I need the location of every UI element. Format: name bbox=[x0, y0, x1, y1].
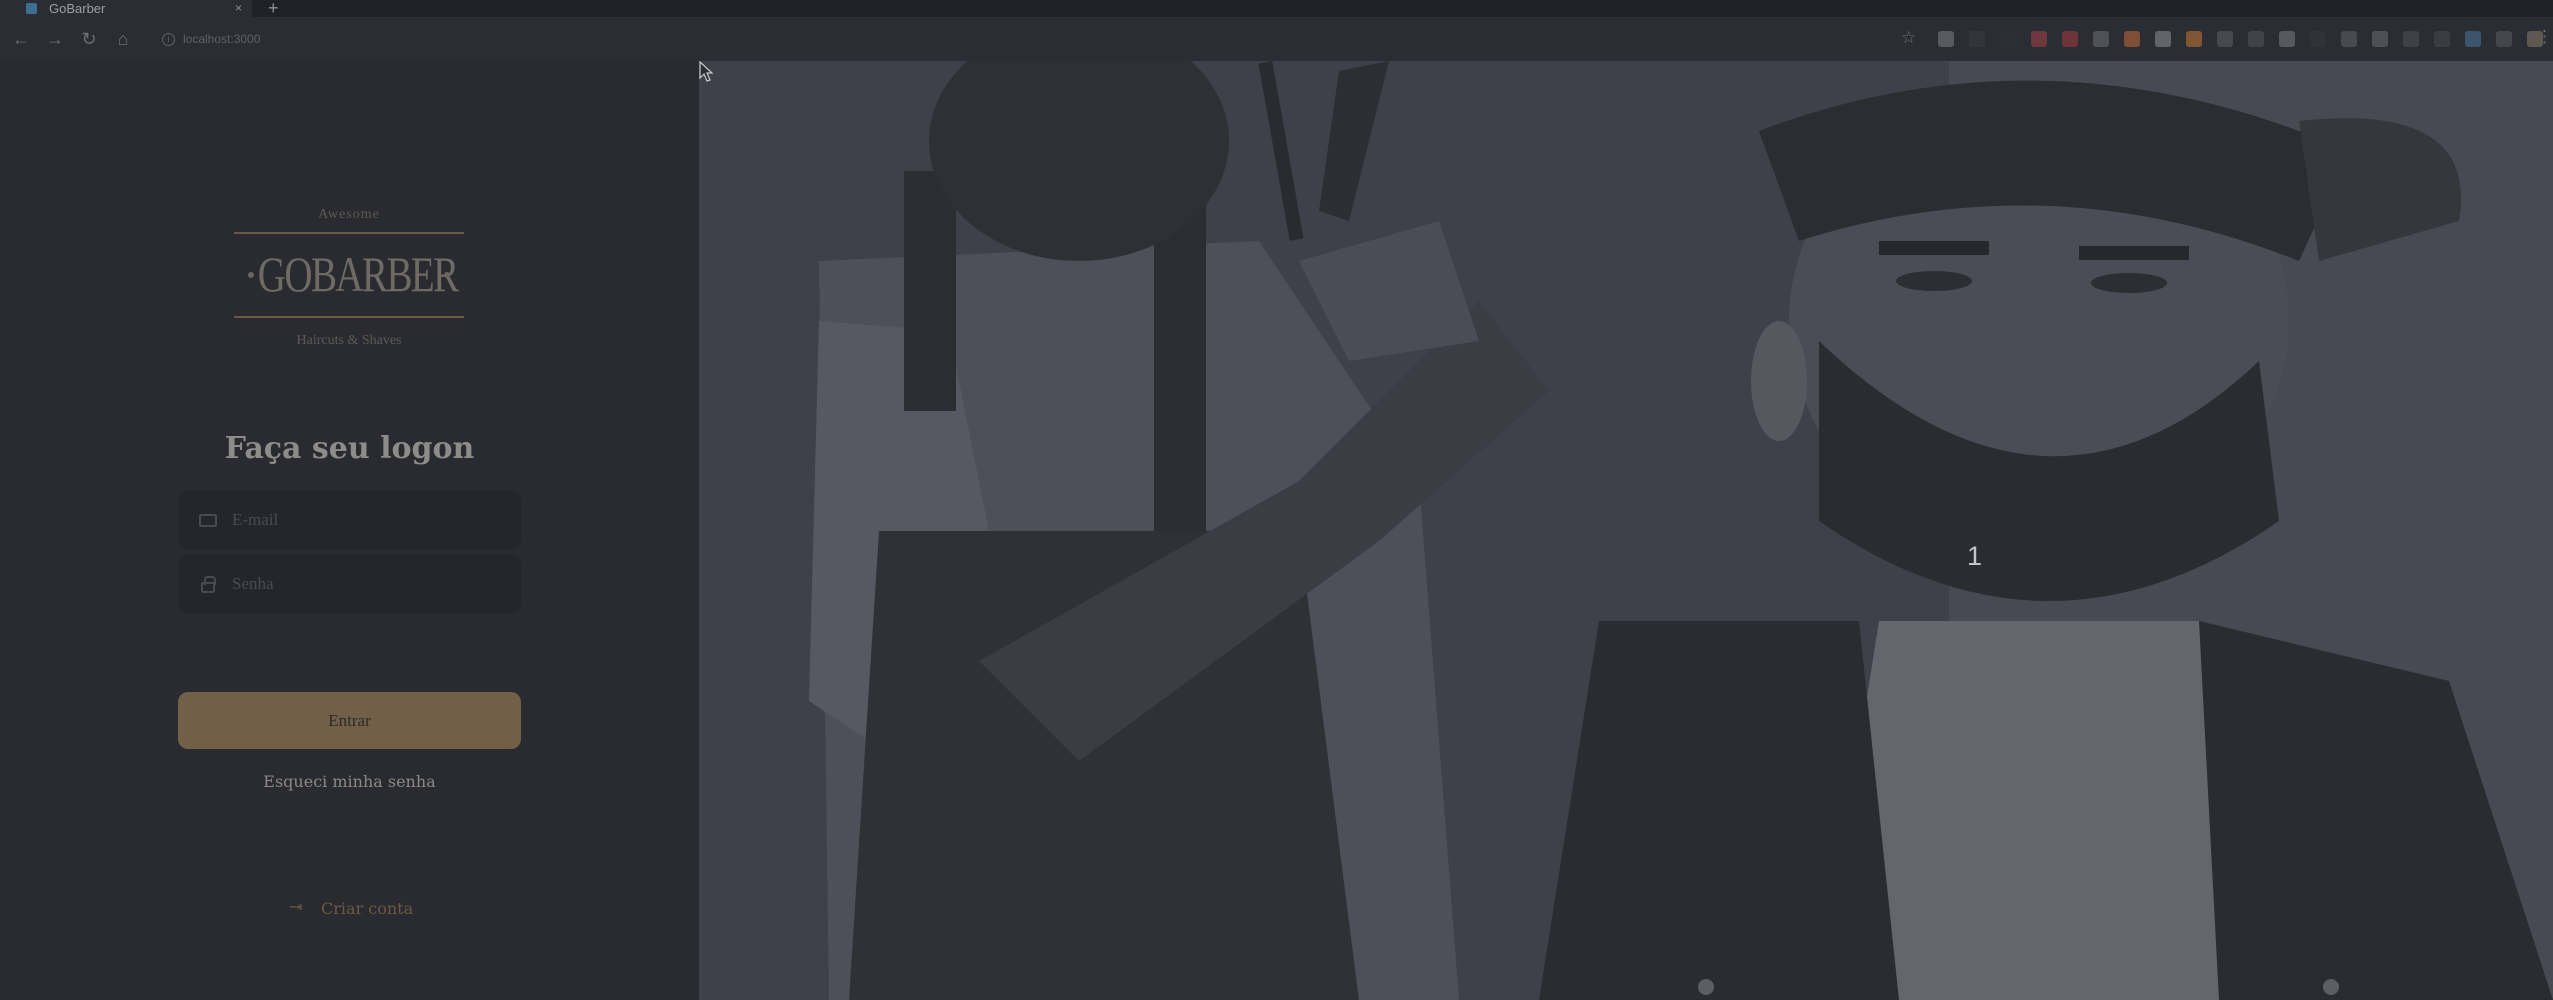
email-input[interactable] bbox=[232, 510, 482, 530]
logo-main-text: GOBARBER bbox=[257, 246, 459, 302]
address-bar[interactable]: i localhost:3000 bbox=[162, 32, 260, 46]
step-number: 1 bbox=[1967, 541, 1983, 571]
lock-icon bbox=[201, 575, 216, 593]
extension-icon[interactable] bbox=[1938, 31, 1954, 47]
github-icon[interactable] bbox=[2155, 31, 2171, 47]
password-input[interactable] bbox=[232, 574, 482, 594]
forgot-password-link[interactable]: Esqueci minha senha bbox=[178, 772, 521, 791]
back-icon[interactable]: ← bbox=[4, 29, 38, 50]
forward-icon[interactable]: → bbox=[38, 29, 72, 50]
new-tab-button[interactable]: + bbox=[252, 0, 279, 17]
tab-title: GoBarber bbox=[49, 1, 106, 16]
page-title: Faça seu logon bbox=[224, 431, 475, 466]
login-icon: ⇥ bbox=[289, 897, 303, 916]
extension-icon[interactable] bbox=[2279, 31, 2295, 47]
star-icon[interactable]: ☆ bbox=[1901, 28, 1916, 48]
login-panel: Awesome GOBARBER Haircuts & Shaves Faça … bbox=[0, 61, 699, 1000]
extensions-bar bbox=[1938, 31, 2543, 47]
hero-image: 1 bbox=[699, 61, 2553, 1000]
extension-icon[interactable] bbox=[2310, 31, 2326, 47]
favicon-icon bbox=[26, 3, 37, 14]
cursor-icon bbox=[699, 61, 714, 82]
extension-icon[interactable] bbox=[2000, 31, 2016, 47]
create-account-label: Criar conta bbox=[321, 898, 414, 918]
extension-icon[interactable] bbox=[2465, 31, 2481, 47]
tab-close-icon[interactable]: × bbox=[235, 1, 242, 15]
extension-icon[interactable] bbox=[2124, 31, 2140, 47]
browser-tab[interactable]: GoBarber × bbox=[0, 0, 252, 17]
url-text: localhost:3000 bbox=[183, 32, 261, 46]
extension-icon[interactable] bbox=[2062, 31, 2078, 47]
info-icon[interactable]: i bbox=[162, 32, 175, 46]
reload-icon[interactable]: ↻ bbox=[72, 29, 106, 50]
home-icon[interactable]: ⌂ bbox=[106, 29, 140, 50]
logo-bottom-text: Haircuts & Shaves bbox=[296, 333, 402, 348]
browser-menu-icon[interactable]: ⋮ bbox=[2536, 27, 2553, 47]
extension-icon[interactable] bbox=[2496, 31, 2512, 47]
browser-tabbar: GoBarber × + bbox=[0, 0, 2553, 17]
logo-dot bbox=[248, 272, 254, 278]
extension-icon[interactable] bbox=[2248, 31, 2264, 47]
extension-icon[interactable] bbox=[2186, 31, 2202, 47]
extension-icon[interactable] bbox=[2217, 31, 2233, 47]
gobarber-logo: Awesome GOBARBER Haircuts & Shaves bbox=[232, 207, 466, 355]
logo-dot bbox=[444, 272, 450, 278]
extension-icon[interactable] bbox=[2403, 31, 2419, 47]
extension-icon[interactable] bbox=[2434, 31, 2450, 47]
extension-icon[interactable] bbox=[2341, 31, 2357, 47]
logo-divider bbox=[234, 316, 464, 318]
extension-icon[interactable] bbox=[2372, 31, 2388, 47]
extension-icon[interactable] bbox=[2031, 31, 2047, 47]
browser-toolbar: ← → ↻ ⌂ i localhost:3000 ☆ ⋮ bbox=[0, 17, 2553, 61]
enter-button[interactable]: Entrar bbox=[178, 692, 521, 749]
mail-icon bbox=[199, 513, 217, 527]
logo-divider bbox=[234, 232, 464, 234]
create-account-link[interactable]: ⇥ Criar conta bbox=[289, 898, 413, 918]
email-field[interactable] bbox=[178, 491, 521, 549]
logo-top-text: Awesome bbox=[318, 207, 380, 222]
extension-icon[interactable] bbox=[2093, 31, 2109, 47]
extension-icon[interactable] bbox=[1969, 31, 1985, 47]
barber-photo bbox=[699, 61, 2553, 1000]
password-field[interactable] bbox=[178, 555, 521, 613]
